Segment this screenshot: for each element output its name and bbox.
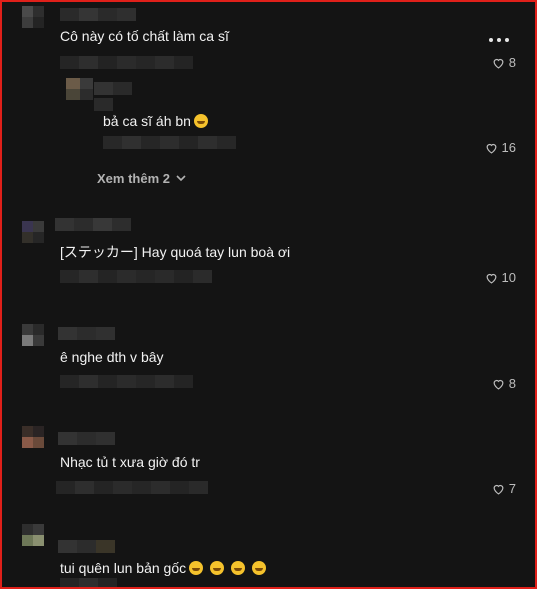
avatar[interactable]	[22, 324, 44, 346]
laughing-emoji-icon	[251, 561, 266, 575]
comment-text: ê nghe dth v bây	[60, 349, 164, 365]
like-button[interactable]: 8	[492, 55, 516, 70]
like-count: 16	[501, 140, 516, 155]
like-count: 7	[508, 481, 516, 496]
comment-meta-blurred	[60, 270, 212, 283]
username-blurred[interactable]	[58, 327, 115, 340]
like-count: 10	[501, 270, 516, 285]
view-more-label: Xem thêm 2	[97, 171, 170, 186]
username-blurred[interactable]	[58, 540, 115, 553]
like-count: 8	[508, 55, 516, 70]
username-blurred[interactable]	[58, 432, 115, 445]
comment-text: tui quên lun bản gốc	[60, 559, 266, 577]
view-more-replies-button[interactable]: Xem thêm 2	[97, 171, 186, 186]
username-blurred[interactable]	[55, 218, 131, 231]
heart-outline-icon	[486, 273, 496, 284]
like-button[interactable]: 10	[485, 270, 516, 285]
comment-meta-blurred	[103, 136, 236, 149]
laughing-emoji-icon	[210, 561, 224, 575]
avatar[interactable]	[22, 524, 44, 546]
heart-outline-icon	[493, 484, 504, 495]
heart-outline-icon	[486, 143, 496, 154]
more-options-icon[interactable]	[489, 38, 509, 42]
comment-text: Cô này có tố chất làm ca sĩ	[60, 28, 229, 44]
comments-panel: Cô này có tố chất làm ca sĩ 8 bả ca sĩ á…	[0, 0, 537, 589]
laughing-emoji-icon	[230, 561, 245, 575]
laughing-emoji-icon	[189, 561, 204, 575]
like-button[interactable]: 16	[485, 140, 516, 155]
username-blurred[interactable]	[94, 82, 132, 95]
like-button[interactable]: 7	[492, 481, 516, 496]
like-count: 8	[508, 376, 516, 391]
comment-meta-blurred	[60, 578, 117, 587]
username-blurred[interactable]	[60, 8, 136, 21]
avatar[interactable]	[22, 221, 44, 243]
username-blurred-2	[94, 98, 113, 111]
reply-text: bả ca sĩ áh bn	[103, 113, 191, 129]
comment-meta-blurred	[60, 56, 193, 69]
heart-outline-icon	[493, 58, 504, 69]
comment-text: [ステッカー] Hay quoá tay lun boà ơi	[60, 244, 291, 260]
winking-emoji-icon	[193, 114, 208, 128]
avatar[interactable]	[22, 426, 44, 448]
comment-text: Nhạc tủ t xưa giờ đó tr	[60, 454, 200, 470]
like-button[interactable]: 8	[492, 376, 516, 391]
chevron-down-icon	[176, 175, 186, 182]
heart-outline-icon	[493, 379, 504, 390]
avatar[interactable]	[66, 78, 93, 100]
comment-meta-blurred	[60, 375, 193, 388]
comment-text: bả ca sĩ áh bn	[103, 112, 208, 130]
comment-meta-blurred	[56, 481, 208, 494]
avatar[interactable]	[22, 6, 44, 28]
comment-text-body: tui quên lun bản gốc	[60, 560, 187, 576]
